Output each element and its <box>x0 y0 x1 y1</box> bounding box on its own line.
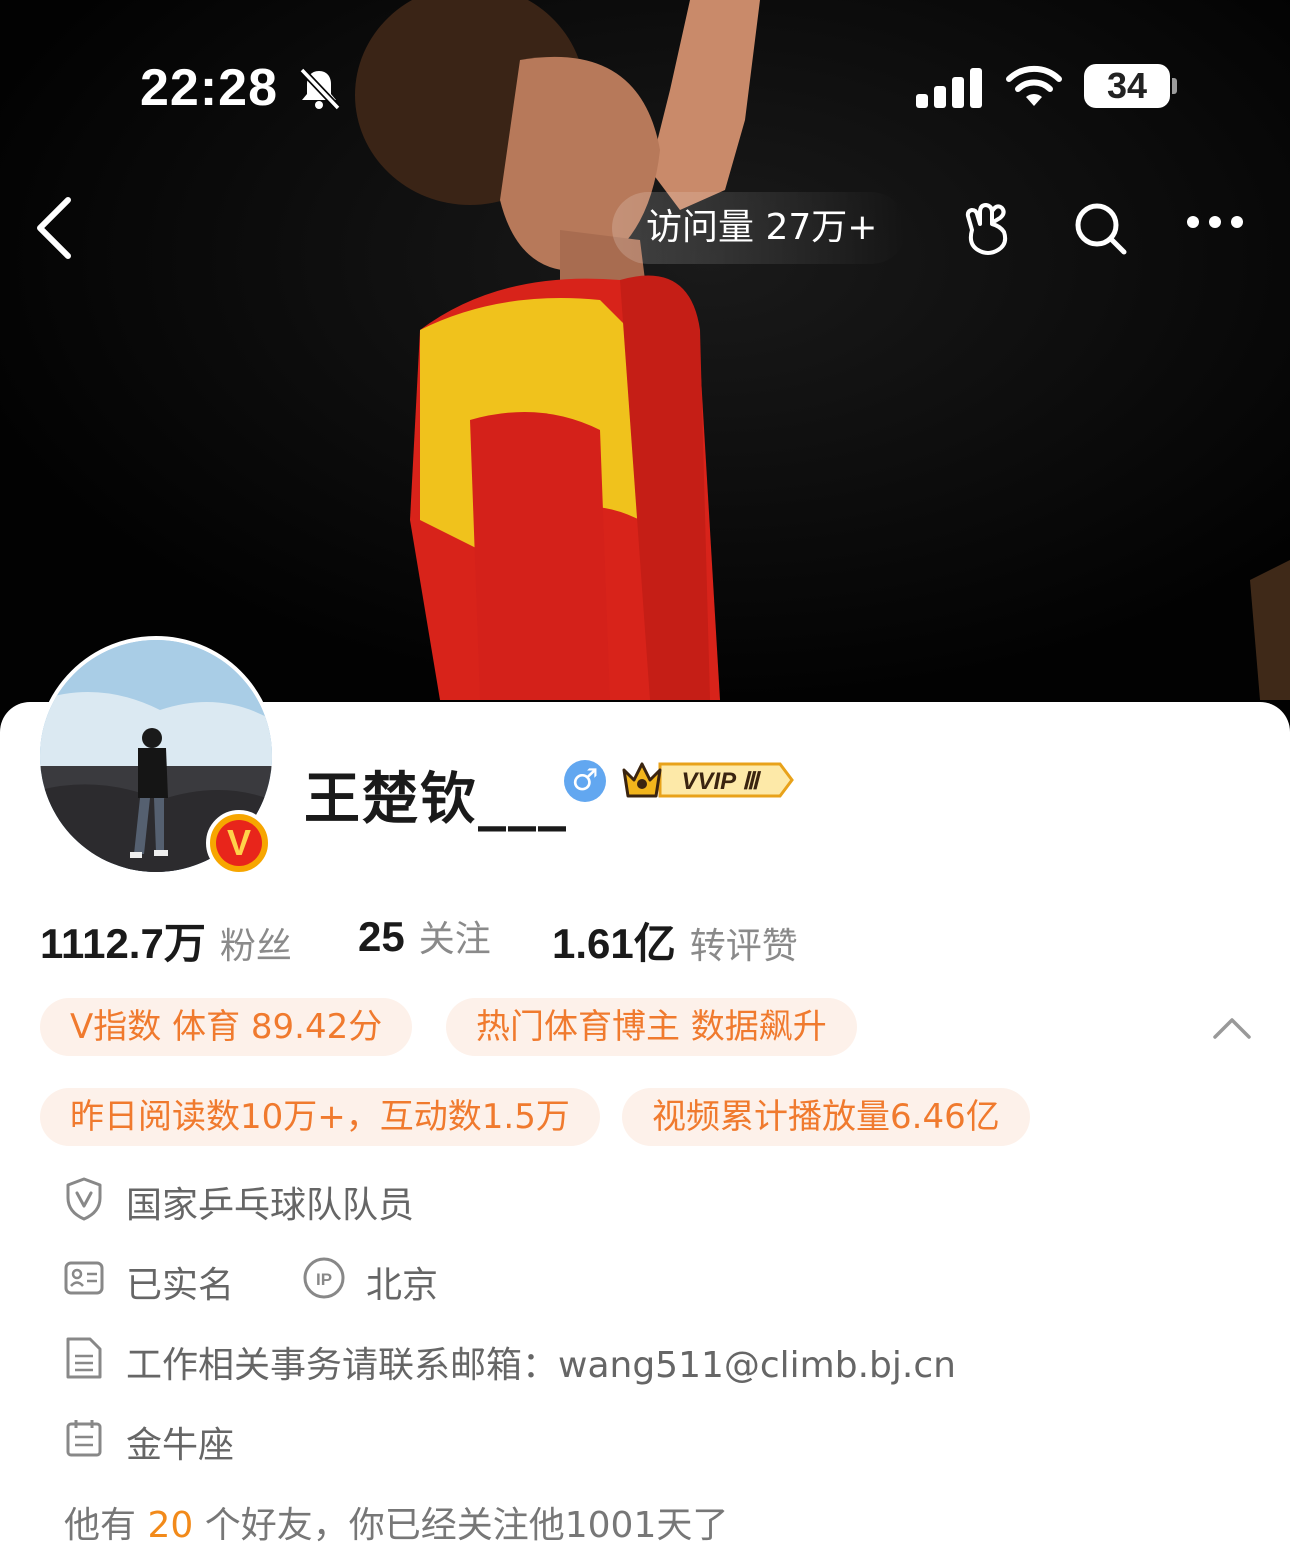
visits-count[interactable]: 访问量 27万+ <box>612 192 908 264</box>
real-name-status: 已实名 <box>126 1265 235 1306</box>
signal-icon <box>916 68 982 108</box>
friends-count[interactable]: 20 <box>147 1505 193 1546</box>
calendar-icon <box>66 1420 102 1457</box>
tag-v-index[interactable]: V指数 体育 89.42分 <box>40 998 413 1056</box>
tag-video-plays[interactable]: 视频累计播放量6.46亿 <box>622 1088 1030 1146</box>
stat-fans-label: 粉丝 <box>219 926 292 967</box>
friends-prefix: 他有 <box>64 1505 137 1546</box>
search-icon[interactable] <box>1072 200 1128 256</box>
bell-off-icon <box>299 67 341 111</box>
gender-male-icon: ♂ <box>564 760 606 802</box>
id-card-icon <box>64 1261 104 1295</box>
verified-badge-letter: V <box>216 820 262 866</box>
hand-heart-icon[interactable] <box>960 200 1014 256</box>
stat-interactions-value: 1.61亿 <box>552 920 676 967</box>
friends-summary[interactable]: 他有 20 个好友，你已经关注他1001天了 <box>64 1496 728 1548</box>
zodiac: 金牛座 <box>126 1425 235 1466</box>
tag-reads-yesterday[interactable]: 昨日阅读数10万+，互动数1.5万 <box>40 1088 600 1146</box>
verified-badge: V <box>206 810 272 876</box>
stat-following[interactable]: 25 关注 <box>358 910 491 962</box>
battery-icon: 34 <box>1084 64 1170 108</box>
verification-info: 国家乒乓球队队员 <box>126 1185 415 1226</box>
stat-fans[interactable]: 1112.7万 粉丝 <box>40 910 292 971</box>
stat-fans-value: 1112.7万 <box>40 920 206 967</box>
chevron-up-icon[interactable] <box>1212 1016 1252 1040</box>
status-time: 22:28 <box>140 59 278 117</box>
svg-text:IP: IP <box>316 1270 332 1289</box>
battery-level: 34 <box>1106 65 1148 106</box>
vvip-badge[interactable]: VVIP Ⅲ <box>620 756 794 804</box>
username: 王楚钦___ <box>304 767 568 832</box>
more-icon[interactable] <box>1186 214 1244 230</box>
vvip-badge-label: VVIP Ⅲ <box>681 768 761 795</box>
bio: 工作相关事务请联系邮箱：wang511@climb.bj.cn <box>126 1345 956 1386</box>
stat-following-label: 关注 <box>418 919 491 960</box>
wifi-icon <box>1006 65 1062 106</box>
friends-suffix: 个好友，你已经关注他1001天了 <box>204 1505 729 1546</box>
ip-location: 北京 <box>366 1265 439 1306</box>
tag-hot-blogger[interactable]: 热门体育博主 数据飙升 <box>446 998 857 1056</box>
battery-tip <box>1172 78 1177 94</box>
stat-interactions[interactable]: 1.61亿 转评赞 <box>552 910 798 971</box>
stat-following-value: 25 <box>358 913 405 960</box>
stat-interactions-label: 转评赞 <box>689 926 798 967</box>
shield-icon <box>66 1177 102 1221</box>
document-icon <box>66 1337 102 1379</box>
ip-location-icon: IP <box>303 1257 345 1299</box>
back-icon[interactable] <box>30 196 80 260</box>
